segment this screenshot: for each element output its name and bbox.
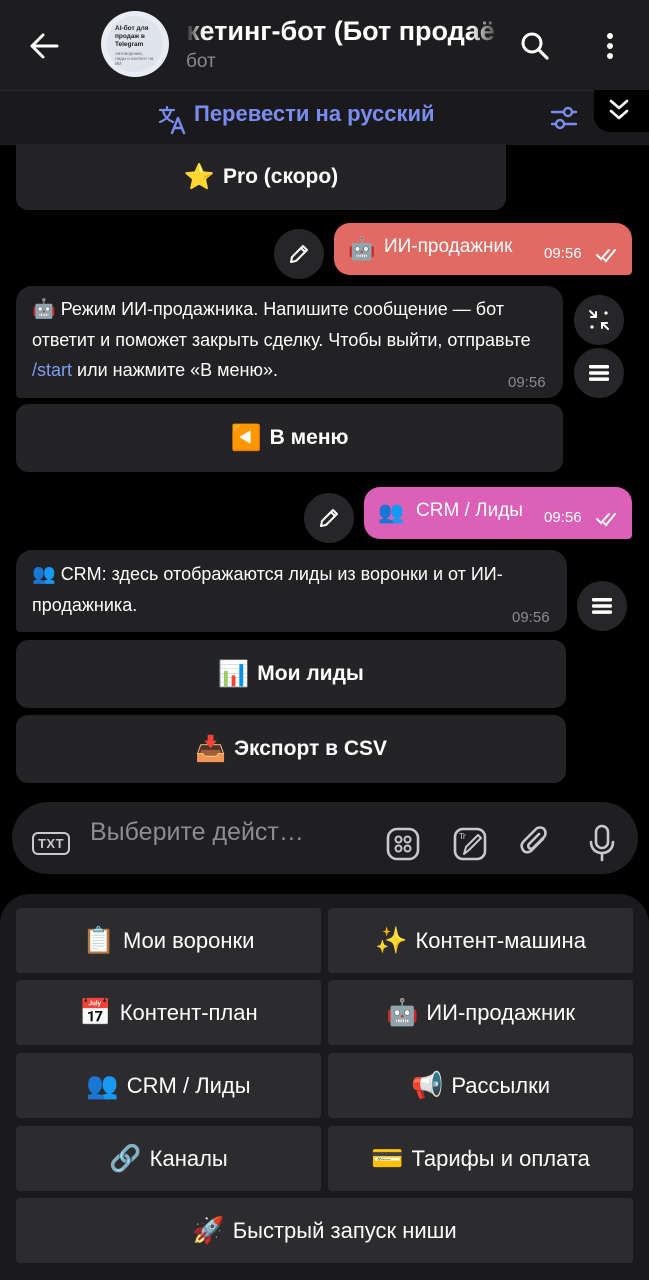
edit-pencil-icon[interactable]: [304, 493, 354, 543]
bar-chart-icon: 📊: [218, 659, 250, 688]
keyboard-button-label: Каналы: [149, 1145, 228, 1171]
message-text: ИИ-продажник: [384, 236, 513, 257]
keyboard-button-label: Тарифы и оплата: [411, 1145, 590, 1171]
robot-icon: 🤖: [348, 236, 376, 261]
message-time: 09:56: [544, 245, 582, 262]
message-text: CRM / Лиды: [416, 500, 523, 521]
star-icon: ⭐: [183, 162, 215, 191]
my-leads-button[interactable]: 📊 Мои лиды: [16, 640, 566, 708]
inbox-tray-icon: 📥: [194, 734, 227, 763]
ai-seller-button[interactable]: 🤖 ИИ-продажник: [328, 980, 633, 1045]
search-icon[interactable]: [515, 26, 555, 66]
message-input[interactable]: Выберите дейст…: [90, 818, 304, 847]
message-text: 🤖 Режим ИИ-продажника. Напишите сообщени…: [32, 299, 531, 380]
message-time: 09:56: [508, 374, 546, 391]
keyboard-button-label: CRM / Лиды: [126, 1072, 251, 1098]
keyboard-button-label: Контент-машина: [415, 927, 586, 953]
keyboard-button-label: Рассылки: [451, 1072, 551, 1098]
settings-sliders-icon[interactable]: [548, 102, 580, 134]
clipboard-icon: 📋: [82, 925, 115, 955]
svg-text:Tr: Tr: [458, 832, 467, 841]
message-time: 09:56: [512, 609, 550, 626]
attachment-icon[interactable]: [515, 822, 555, 864]
mailings-button[interactable]: 📢 Рассылки: [328, 1053, 633, 1118]
link-icon: 🔗: [109, 1143, 142, 1173]
megaphone-icon: 📢: [410, 1070, 444, 1100]
export-csv-button[interactable]: 📥 Экспорт в CSV: [16, 715, 566, 783]
content-machine-button[interactable]: ✨ Контент-машина: [328, 908, 633, 973]
txt-icon[interactable]: TXT: [30, 826, 72, 860]
quick-launch-button[interactable]: 🚀 Быстрый запуск ниши: [16, 1198, 633, 1263]
read-checks-icon: [596, 511, 620, 532]
translate-icon: [157, 104, 189, 136]
robot-icon: 🤖: [385, 997, 419, 1027]
outgoing-message[interactable]: 🤖 ИИ-продажник 09:56: [334, 223, 632, 275]
calendar-icon: 📅: [79, 997, 112, 1027]
content-plan-button[interactable]: 📅 Контент-план: [16, 980, 321, 1045]
microphone-icon[interactable]: [582, 822, 622, 864]
rocket-icon: 🚀: [192, 1215, 225, 1245]
crm-leads-button[interactable]: 👥 CRM / Лиды: [16, 1053, 321, 1118]
more-vertical-icon[interactable]: [592, 26, 628, 66]
people-icon: 👥: [378, 501, 405, 524]
outgoing-message[interactable]: 👥 CRM / Лиды 09:56: [364, 487, 632, 539]
edit-pencil-icon[interactable]: [274, 229, 324, 279]
sparkles-icon: ✨: [375, 925, 408, 955]
people-icon: 👥: [32, 564, 56, 585]
keyboard-button-label: Быстрый запуск ниши: [232, 1217, 457, 1243]
keyboard-menu-icon[interactable]: [574, 348, 624, 398]
avatar[interactable]: AI-бот для продаж в Telegram Автоворонки…: [101, 11, 169, 77]
back-to-menu-button[interactable]: ◀️ В меню: [16, 404, 563, 472]
chat-subtitle: бот: [186, 51, 216, 72]
collapse-chevrons-icon[interactable]: [606, 96, 632, 124]
sticker-edit-icon[interactable]: Tr: [450, 824, 490, 864]
keyboard-button-label: ИИ-продажник: [426, 999, 576, 1025]
start-command-link[interactable]: /start: [32, 360, 72, 380]
pro-button[interactable]: ⭐ Pro (скоро): [16, 144, 506, 210]
incoming-message[interactable]: 🤖 Режим ИИ-продажника. Напишите сообщени…: [16, 286, 563, 398]
robot-icon: 🤖: [32, 299, 56, 320]
message-time: 09:56: [544, 509, 582, 526]
tariffs-button[interactable]: 💳 Тарифы и оплата: [328, 1126, 633, 1191]
read-checks-icon: [596, 247, 620, 268]
message-text: 👥 CRM: здесь отображаются лиды из воронк…: [32, 564, 503, 615]
credit-card-icon: 💳: [371, 1143, 404, 1173]
translate-button[interactable]: Перевести на русский: [194, 101, 435, 127]
keyboard-menu-icon[interactable]: [577, 581, 627, 631]
people-icon: 👥: [86, 1070, 119, 1100]
back-arrow-icon[interactable]: [26, 28, 62, 64]
keyboard-button-label: Контент-план: [119, 999, 258, 1025]
incoming-message[interactable]: 👥 CRM: здесь отображаются лиды из воронк…: [16, 550, 567, 632]
minimize-icon[interactable]: [574, 295, 624, 345]
bot-keyboard-icon[interactable]: [383, 824, 423, 864]
chat-title[interactable]: кетинг-бот (Бот продаё: [186, 16, 500, 50]
my-funnels-button[interactable]: 📋 Мои воронки: [16, 908, 321, 973]
channels-button[interactable]: 🔗 Каналы: [16, 1126, 321, 1191]
keyboard-button-label: Мои воронки: [122, 927, 255, 953]
back-triangle-icon: ◀️: [230, 423, 262, 452]
